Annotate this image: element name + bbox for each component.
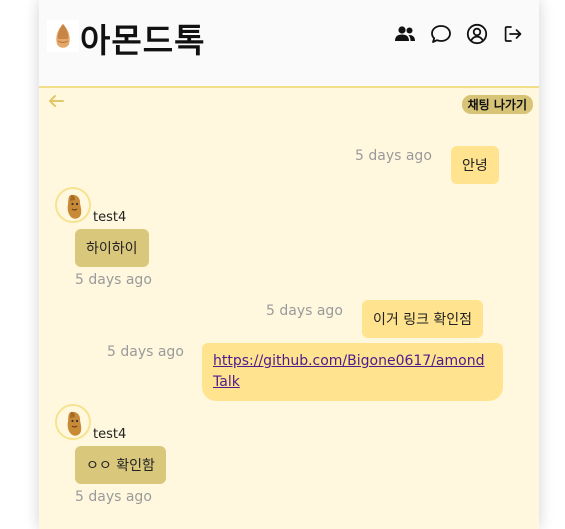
my-message-bubble: 이거 링크 확인점 xyxy=(362,300,484,338)
other-message-bubble: ㅇㅇ 확인함 xyxy=(75,446,166,484)
chat-app: 아몬드톡 채팅 나가기 5 days ago 안녕 test4 하이하이 5 d… xyxy=(39,0,539,529)
logout-icon[interactable] xyxy=(501,22,525,46)
app-header: 아몬드톡 xyxy=(39,0,539,88)
header-nav xyxy=(393,22,525,46)
avatar xyxy=(55,187,91,223)
message-time: 5 days ago xyxy=(75,272,152,288)
message-link[interactable]: https://github.com/Bigone0617/amondTalk xyxy=(213,353,484,390)
sender-name: test4 xyxy=(93,210,127,225)
almond-logo-icon xyxy=(47,20,79,52)
my-link-message-bubble: https://github.com/Bigone0617/amondTalk xyxy=(202,343,503,401)
chat-icon[interactable] xyxy=(429,22,453,46)
message-time: 5 days ago xyxy=(107,344,184,360)
sender-name: test4 xyxy=(93,427,127,442)
profile-icon[interactable] xyxy=(465,22,489,46)
message-time: 5 days ago xyxy=(266,303,343,319)
app-title: 아몬드톡 xyxy=(80,21,206,60)
my-message-bubble: 안녕 xyxy=(451,146,499,184)
message-time: 5 days ago xyxy=(75,489,152,505)
message-time: 5 days ago xyxy=(355,148,432,164)
back-arrow-icon[interactable] xyxy=(47,92,65,110)
other-message-bubble: 하이하이 xyxy=(75,229,149,267)
friends-icon[interactable] xyxy=(393,22,417,46)
leave-chat-button[interactable]: 채팅 나가기 xyxy=(461,95,533,114)
avatar xyxy=(55,404,91,440)
